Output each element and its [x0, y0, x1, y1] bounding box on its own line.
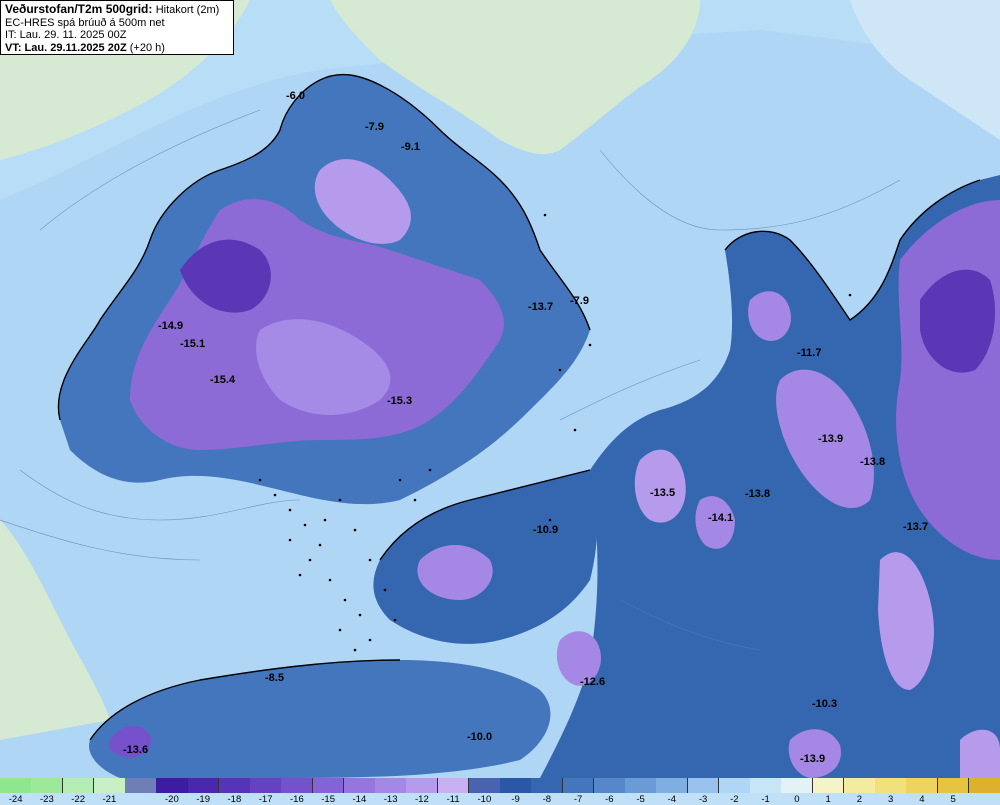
- legend-label: 0: [794, 794, 800, 805]
- legend-label: -13: [383, 794, 398, 805]
- color-legend: -24 -23 -22 -21 -20 -19 -18 -17 -16 -15 -14 -13 -12-…: [0, 778, 1000, 805]
- legend-swatch: [687, 778, 720, 793]
- temp-label: -7.9: [570, 295, 589, 307]
- map-subtitle: Hitakort (2m): [155, 4, 220, 16]
- temp-label: -13.7: [903, 521, 928, 533]
- temp-label: -13.6: [123, 744, 148, 756]
- legend-swatch: [968, 778, 1000, 793]
- legend-label: -22: [71, 794, 85, 805]
- legend-label: -20: [165, 794, 179, 805]
- temp-label: -15.4: [210, 374, 236, 386]
- temp-label: -12.6: [580, 676, 605, 688]
- map-info-box: Veðurstofan/T2m 500grid: Hitakort (2m) E…: [0, 0, 234, 55]
- legend-label: -19: [196, 794, 210, 805]
- temp-label: -15.3: [387, 395, 412, 407]
- legend-swatch: [656, 778, 688, 793]
- temp-label: -10.9: [533, 524, 558, 536]
- legend-label: -8: [542, 794, 552, 805]
- legend-swatch: [718, 778, 751, 793]
- legend-label: -9: [511, 794, 520, 805]
- temp-label: -14.9: [158, 320, 183, 332]
- legend-label: -6: [605, 794, 614, 805]
- legend-swatch: [0, 778, 32, 793]
- model-line: EC-HRES spá brúuð á 500m net: [5, 16, 165, 29]
- legend-label: 1: [825, 794, 831, 805]
- legend-swatch: [156, 778, 188, 793]
- legend-label: -5: [636, 794, 645, 805]
- legend-label: -12: [415, 794, 429, 805]
- temp-label: -8.5: [265, 672, 284, 684]
- temp-label: -11.7: [797, 347, 821, 359]
- valid-time: VT: Lau. 29.11.2025 20Z: [5, 41, 127, 54]
- temp-label: -13.9: [818, 433, 843, 445]
- temp-label: -10.3: [812, 698, 837, 710]
- legend-label: -24: [8, 794, 23, 805]
- temp-label: -13.5: [650, 487, 675, 499]
- legend-label: -15: [321, 794, 335, 805]
- temp-label: -13.8: [860, 456, 885, 468]
- legend-swatch: [312, 778, 345, 793]
- legend-label: -21: [102, 794, 117, 805]
- lead-time: (+20 h): [129, 41, 165, 54]
- legend-swatch: [250, 778, 282, 793]
- legend-swatch: [593, 778, 626, 793]
- legend-label: 3: [887, 794, 894, 805]
- temperature-map: -6.0 -7.9 -9.1 -13.7 -7.9 -14.9 -15.1 -1…: [0, 0, 1000, 778]
- legend-swatch: [562, 778, 595, 793]
- legend-label: -16: [290, 794, 304, 805]
- map-title-line: Veðurstofan/T2m 500grid: Hitakort (2m): [5, 3, 229, 17]
- legend-swatch: [218, 778, 251, 793]
- legend-swatch: [906, 778, 938, 793]
- temp-label: -13.9: [800, 753, 825, 765]
- legend-swatch: [750, 778, 782, 793]
- legend-label: -4: [667, 794, 677, 805]
- temp-label: -10.0: [467, 731, 492, 743]
- legend-swatch: [93, 778, 126, 793]
- legend-swatch: [375, 778, 407, 793]
- legend-swatch: [937, 778, 970, 793]
- legend-label: -23: [40, 794, 54, 805]
- temp-label: -7.9: [365, 121, 384, 133]
- legend-label: -1: [761, 794, 770, 805]
- legend-swatch: [625, 778, 657, 793]
- far-se-cold: [960, 729, 1000, 778]
- legend-swatch: [62, 778, 95, 793]
- issue-time: IT: Lau. 29. 11. 2025 00Z: [5, 29, 127, 41]
- temp-label: -14.1: [708, 512, 733, 524]
- legend-swatch: [500, 778, 532, 793]
- temp-label: -15.1: [180, 338, 205, 350]
- legend-swatch: [781, 778, 813, 793]
- legend-swatch: [812, 778, 845, 793]
- legend-label: -17: [258, 794, 273, 805]
- legend-label: -3: [698, 794, 708, 805]
- legend-swatch: [125, 778, 157, 793]
- legend-swatch: [875, 778, 907, 793]
- temp-label: -13.8: [745, 488, 770, 500]
- legend-label: 4: [919, 794, 925, 805]
- legend-swatch: [281, 778, 313, 793]
- legend-label: -11: [446, 794, 460, 805]
- legend-swatch: [843, 778, 876, 793]
- legend-label: -18: [227, 794, 242, 805]
- legend-swatch: [437, 778, 470, 793]
- legend-label: -10: [477, 794, 492, 805]
- legend-label: 2: [856, 794, 863, 805]
- temp-label: -9.1: [401, 141, 420, 153]
- legend-swatch: [187, 778, 220, 793]
- legend-label: -2: [730, 794, 739, 805]
- legend-swatch: [31, 778, 63, 793]
- temp-label: -13.7: [528, 301, 553, 313]
- map-title: Veðurstofan/T2m 500grid:: [5, 2, 153, 16]
- legend-swatch: [531, 778, 563, 793]
- temp-label: -6.0: [286, 90, 305, 102]
- legend-swatch: [406, 778, 438, 793]
- legend-label: -7: [573, 794, 583, 805]
- legend-swatch: [343, 778, 376, 793]
- legend-label: -14: [352, 794, 367, 805]
- legend-label: 5: [950, 794, 956, 805]
- legend-swatch: [468, 778, 501, 793]
